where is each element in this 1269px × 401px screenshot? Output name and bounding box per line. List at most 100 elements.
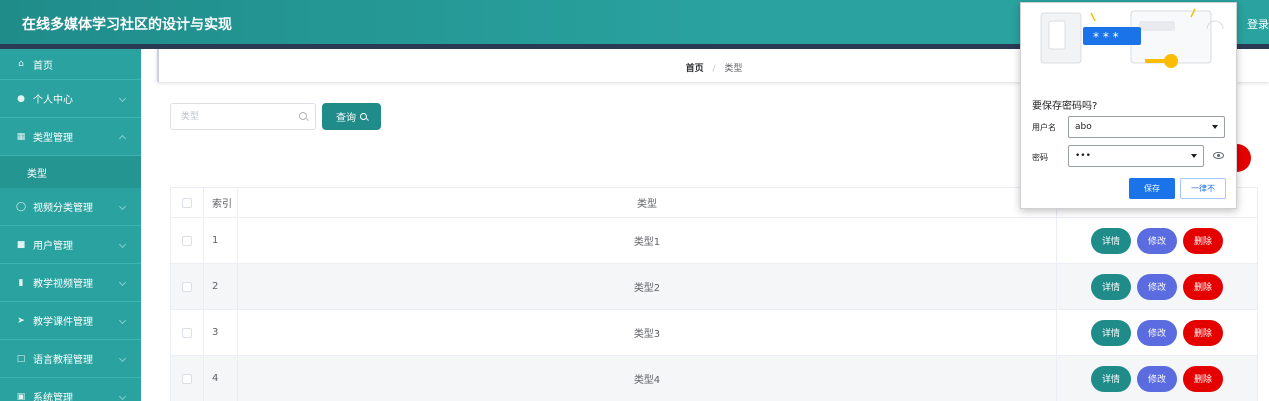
delete-button[interactable]: 删除 [1183, 273, 1223, 300]
row-type: 类型2 [238, 264, 1057, 309]
sidebar: ⌂ 首页 ● 个人中心 ▦ 类型管理 类型 ◯ 视频分类管理 ■ 用户管理 ▮ … [0, 49, 141, 401]
sidebar-item-home[interactable]: ⌂ 首页 [0, 49, 141, 80]
sidebar-item-type-management[interactable]: ▦ 类型管理 [0, 118, 141, 156]
sidebar-item-user-management[interactable]: ■ 用户管理 [0, 226, 141, 264]
breadcrumb-current: 类型 [724, 64, 743, 74]
chart-icon: ▮ [18, 277, 24, 288]
sidebar-item-language-tutorial[interactable]: □ 语言教程管理 [0, 340, 141, 378]
group-icon: ■ [16, 239, 26, 250]
sidebar-item-video-category[interactable]: ◯ 视频分类管理 [0, 188, 141, 226]
sidebar-subitem-label: 类型 [27, 168, 47, 180]
table-row: 4 类型4 详情 修改 删除 [171, 356, 1257, 401]
user-icon: ● [17, 93, 25, 104]
app-title: 在线多媒体学习社区的设计与实现 [22, 17, 232, 33]
detail-button[interactable]: 详情 [1091, 365, 1131, 392]
save-password-button[interactable]: 保存 [1129, 178, 1175, 199]
row-index: 1 [204, 218, 238, 263]
row-checkbox-cell [171, 356, 204, 401]
chevron-down-icon [118, 240, 127, 248]
header-checkbox-cell [171, 188, 204, 217]
sidebar-item-label: 视频分类管理 [33, 203, 93, 214]
delete-button[interactable]: 删除 [1183, 365, 1223, 392]
chevron-down-icon [118, 278, 127, 286]
edit-button[interactable]: 修改 [1137, 227, 1177, 254]
row-actions: 详情 修改 删除 [1057, 218, 1257, 263]
row-checkbox[interactable] [182, 327, 192, 338]
query-button-label: 查询 [336, 113, 356, 124]
table-row: 3 类型3 详情 修改 删除 [171, 310, 1257, 356]
edit-button[interactable]: 修改 [1137, 365, 1177, 392]
row-checkbox[interactable] [182, 373, 192, 384]
chevron-down-icon [118, 202, 127, 210]
home-icon: ⌂ [18, 59, 24, 69]
edit-button[interactable]: 修改 [1137, 319, 1177, 346]
chevron-down-icon [118, 354, 127, 362]
row-checkbox-cell [171, 218, 204, 263]
save-password-question: 要保存密码吗? [1032, 101, 1098, 112]
password-illustration: * * * [1040, 8, 1224, 68]
sidebar-item-label: 首页 [33, 60, 53, 72]
microphone-icon: ◯ [15, 201, 27, 212]
row-actions: 详情 修改 删除 [1057, 356, 1257, 401]
sidebar-item-label: 语言教程管理 [33, 355, 93, 366]
row-checkbox[interactable] [182, 281, 192, 292]
sidebar-item-label: 系统管理 [33, 393, 73, 401]
clipboard-icon: ▦ [16, 131, 26, 142]
password-value: ••• [1075, 151, 1091, 161]
send-icon: ➤ [17, 315, 25, 326]
select-all-checkbox[interactable] [182, 197, 192, 208]
eye-icon[interactable] [1213, 152, 1224, 159]
table-row: 2 类型2 详情 修改 删除 [171, 264, 1257, 310]
search-icon [360, 113, 367, 120]
detail-button[interactable]: 详情 [1091, 273, 1131, 300]
sidebar-item-label: 个人中心 [33, 95, 73, 106]
breadcrumb-home[interactable]: 首页 [686, 64, 704, 74]
type-table: 索引 类型 1 类型1 详情 修改 删除 2 类型2 详情 修改 删除 3 类型… [170, 187, 1258, 401]
never-save-button[interactable]: 一律不 [1180, 178, 1226, 199]
detail-button[interactable]: 详情 [1091, 319, 1131, 346]
query-button[interactable]: 查询 [322, 103, 381, 130]
row-checkbox-cell [171, 264, 204, 309]
sidebar-item-label: 教学视频管理 [33, 279, 93, 290]
header-type: 类型 [238, 188, 1057, 217]
sidebar-item-courseware[interactable]: ➤ 教学课件管理 [0, 302, 141, 340]
row-actions: 详情 修改 删除 [1057, 264, 1257, 309]
row-index: 4 [204, 356, 238, 401]
illustration-asterisks: * * * [1093, 30, 1119, 44]
row-type: 类型1 [238, 218, 1057, 263]
sidebar-item-label: 教学课件管理 [33, 317, 93, 328]
settings-icon: ▣ [16, 391, 26, 401]
crop-icon: □ [16, 353, 26, 364]
sidebar-item-profile[interactable]: ● 个人中心 [0, 80, 141, 118]
chevron-up-icon [118, 134, 127, 142]
chevron-down-icon [118, 392, 127, 400]
edit-button[interactable]: 修改 [1137, 273, 1177, 300]
dropdown-arrow-icon [1212, 125, 1218, 129]
row-checkbox-cell [171, 310, 204, 355]
delete-button[interactable]: 删除 [1183, 319, 1223, 346]
breadcrumb-separator: / [712, 64, 716, 74]
username-select[interactable]: abo [1068, 116, 1225, 138]
sidebar-item-label: 用户管理 [33, 241, 73, 252]
header-index: 索引 [204, 188, 238, 217]
delete-button[interactable]: 删除 [1183, 227, 1223, 254]
username-label: 用户名 [1032, 123, 1056, 132]
password-label: 密码 [1032, 153, 1048, 162]
password-select[interactable]: ••• [1068, 145, 1204, 167]
row-type: 类型3 [238, 310, 1057, 355]
chevron-down-icon [118, 94, 127, 102]
search-icon [299, 112, 307, 120]
save-password-popup: * * * 要保存密码吗? 用户名 abo 密码 ••• 保存 一律不 [1020, 2, 1237, 209]
detail-button[interactable]: 详情 [1091, 227, 1131, 254]
row-actions: 详情 修改 删除 [1057, 310, 1257, 355]
sidebar-item-teaching-video[interactable]: ▮ 教学视频管理 [0, 264, 141, 302]
search-input[interactable] [171, 104, 291, 129]
row-checkbox[interactable] [182, 235, 192, 246]
login-link[interactable]: 登录 [1247, 16, 1269, 32]
table-row: 1 类型1 详情 修改 删除 [171, 218, 1257, 264]
row-type: 类型4 [238, 356, 1057, 401]
dropdown-arrow-icon [1191, 154, 1197, 158]
sidebar-item-label: 类型管理 [33, 133, 73, 144]
sidebar-subitem-type[interactable]: 类型 [0, 156, 141, 188]
sidebar-item-system[interactable]: ▣ 系统管理 [0, 378, 141, 401]
